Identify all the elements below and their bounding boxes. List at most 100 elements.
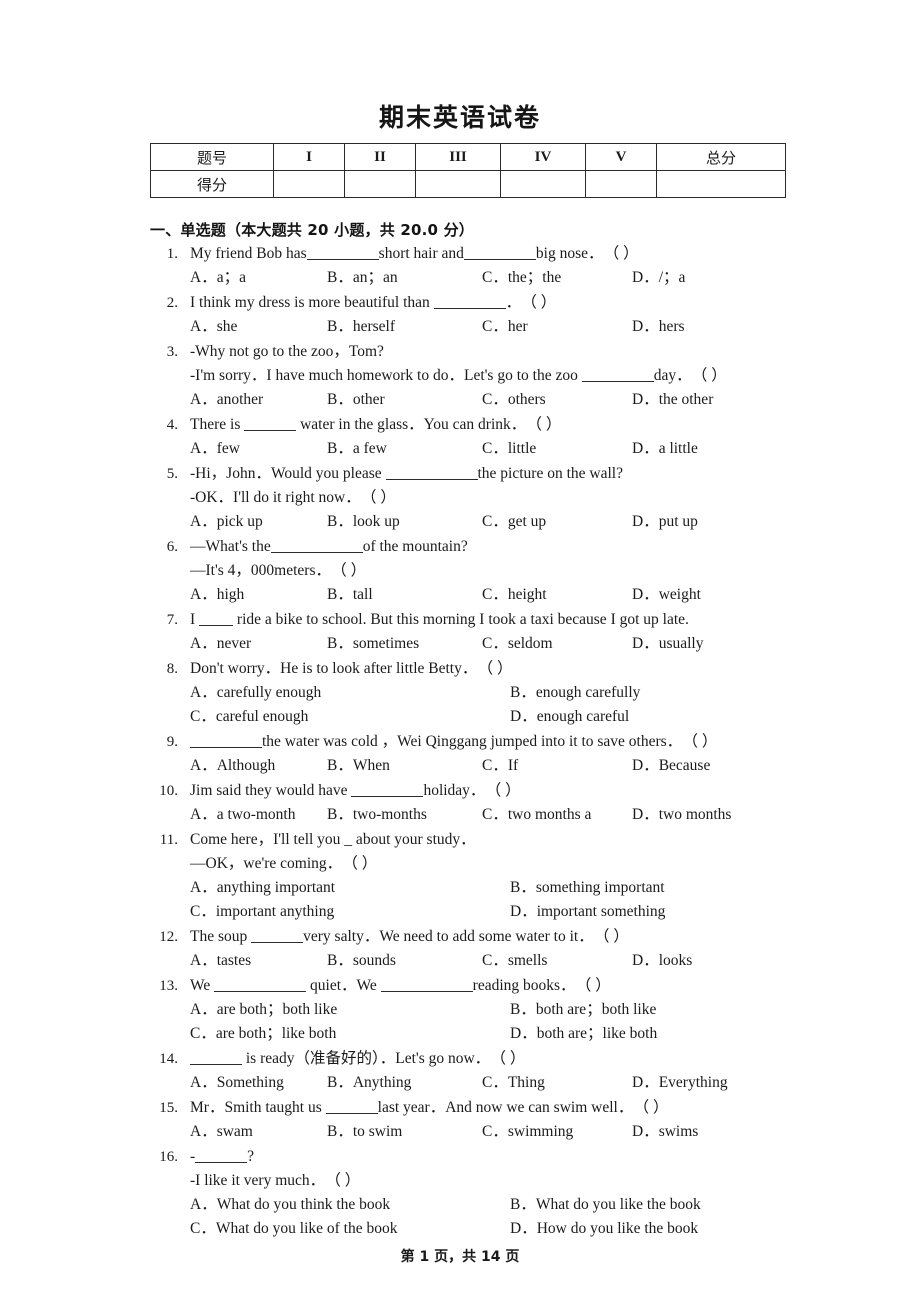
answer-paren[interactable]: （ ）: [692, 367, 727, 384]
answer-paren[interactable]: （ ）: [477, 660, 512, 677]
answer-blank[interactable]: [270, 539, 363, 553]
option-b[interactable]: B．a few: [327, 437, 387, 461]
option-c[interactable]: C．two months a: [482, 803, 591, 827]
option-c[interactable]: C．swimming: [482, 1120, 573, 1144]
option-b[interactable]: B．sometimes: [327, 632, 419, 656]
answer-paren[interactable]: （ ）: [361, 489, 396, 506]
option-b[interactable]: B．tall: [327, 583, 373, 607]
option-d[interactable]: D．swims: [632, 1120, 698, 1144]
answer-blank[interactable]: [463, 246, 536, 260]
answer-blank[interactable]: [251, 929, 304, 943]
answer-blank[interactable]: [190, 734, 262, 748]
answer-blank[interactable]: [380, 978, 473, 992]
option-b[interactable]: B．herself: [327, 315, 395, 339]
answer-blank[interactable]: [433, 295, 506, 309]
option-a[interactable]: A．anything important: [190, 876, 335, 900]
option-c[interactable]: C．are both；like both: [190, 1022, 336, 1046]
answer-blank[interactable]: [306, 246, 379, 260]
option-b[interactable]: B．Anything: [327, 1071, 411, 1095]
option-a[interactable]: A．Although: [190, 754, 275, 778]
option-a[interactable]: A．a；a: [190, 266, 246, 290]
option-c[interactable]: C．the；the: [482, 266, 561, 290]
option-a[interactable]: A．another: [190, 388, 263, 412]
option-d[interactable]: D．Everything: [632, 1071, 728, 1095]
answer-paren[interactable]: （ ）: [594, 928, 629, 945]
option-d[interactable]: D．a little: [632, 437, 698, 461]
option-d[interactable]: D．hers: [632, 315, 685, 339]
option-d[interactable]: D．Because: [632, 754, 710, 778]
option-b[interactable]: B．enough carefully: [510, 681, 640, 705]
option-d[interactable]: D．both are；like both: [510, 1022, 657, 1046]
answer-paren[interactable]: （ ）: [576, 977, 611, 994]
option-a[interactable]: A．What do you think the book: [190, 1193, 390, 1217]
score-cell-4[interactable]: [500, 170, 586, 198]
score-cell-total[interactable]: [656, 170, 786, 198]
option-c[interactable]: C．seldom: [482, 632, 553, 656]
option-a[interactable]: A．pick up: [190, 510, 263, 534]
option-a[interactable]: A．swam: [190, 1120, 253, 1144]
option-d[interactable]: D．looks: [632, 949, 692, 973]
answer-blank[interactable]: [195, 1149, 248, 1163]
option-a[interactable]: A．tastes: [190, 949, 251, 973]
option-d[interactable]: D．two months: [632, 803, 731, 827]
answer-paren[interactable]: （ ）: [490, 1050, 525, 1067]
answer-paren[interactable]: （ ）: [682, 733, 717, 750]
score-cell-5[interactable]: [585, 170, 657, 198]
answer-paren[interactable]: （ ）: [604, 245, 639, 262]
option-d[interactable]: D．/；a: [632, 266, 685, 290]
answer-paren[interactable]: （ ）: [521, 294, 556, 311]
option-a[interactable]: A．few: [190, 437, 240, 461]
option-a[interactable]: A．high: [190, 583, 244, 607]
option-d[interactable]: D．weight: [632, 583, 701, 607]
option-b[interactable]: B．When: [327, 754, 390, 778]
answer-blank[interactable]: [581, 368, 654, 382]
answer-blank[interactable]: [199, 612, 234, 626]
option-b[interactable]: B．an；an: [327, 266, 398, 290]
option-b[interactable]: B．to swim: [327, 1120, 402, 1144]
option-d[interactable]: D．How do you like the book: [510, 1217, 698, 1241]
option-b[interactable]: B．two-months: [327, 803, 427, 827]
option-b[interactable]: B．sounds: [327, 949, 396, 973]
option-a[interactable]: A．Something: [190, 1071, 284, 1095]
option-b[interactable]: B．both are；both like: [510, 998, 656, 1022]
score-cell-3[interactable]: [415, 170, 501, 198]
answer-blank[interactable]: [244, 417, 297, 431]
option-c[interactable]: C．height: [482, 583, 547, 607]
option-d[interactable]: D．important something: [510, 900, 665, 924]
answer-paren[interactable]: （ ）: [342, 855, 377, 872]
answer-paren[interactable]: （ ）: [331, 562, 366, 579]
option-c[interactable]: C．others: [482, 388, 546, 412]
score-cell-2[interactable]: [344, 170, 416, 198]
option-b[interactable]: B．other: [327, 388, 385, 412]
score-cell-1[interactable]: [273, 170, 345, 198]
answer-blank[interactable]: [214, 978, 307, 992]
option-c[interactable]: C．Thing: [482, 1071, 545, 1095]
answer-blank[interactable]: [385, 466, 478, 480]
option-a[interactable]: A．are both；both like: [190, 998, 337, 1022]
answer-blank[interactable]: [190, 1051, 242, 1065]
option-c[interactable]: C．get up: [482, 510, 546, 534]
option-a[interactable]: A．a two-month: [190, 803, 295, 827]
option-d[interactable]: D．usually: [632, 632, 703, 656]
option-c[interactable]: C．smells: [482, 949, 547, 973]
answer-blank[interactable]: [325, 1100, 378, 1114]
answer-paren[interactable]: （ ）: [633, 1099, 668, 1116]
answer-blank[interactable]: [351, 783, 424, 797]
option-c[interactable]: C．What do you like of the book: [190, 1217, 398, 1241]
option-c[interactable]: C．careful enough: [190, 705, 308, 729]
answer-paren[interactable]: （ ）: [325, 1172, 360, 1189]
option-a[interactable]: A．never: [190, 632, 251, 656]
option-b[interactable]: B．What do you like the book: [510, 1193, 701, 1217]
answer-paren[interactable]: （ ）: [526, 416, 561, 433]
option-a[interactable]: A．carefully enough: [190, 681, 321, 705]
option-d[interactable]: D．the other: [632, 388, 713, 412]
option-c[interactable]: C．her: [482, 315, 528, 339]
option-d[interactable]: D．put up: [632, 510, 698, 534]
option-b[interactable]: B．something important: [510, 876, 665, 900]
option-a[interactable]: A．she: [190, 315, 237, 339]
answer-paren[interactable]: （ ）: [485, 782, 520, 799]
option-c[interactable]: C．important anything: [190, 900, 334, 924]
option-b[interactable]: B．look up: [327, 510, 400, 534]
option-c[interactable]: C．If: [482, 754, 518, 778]
option-d[interactable]: D．enough careful: [510, 705, 629, 729]
